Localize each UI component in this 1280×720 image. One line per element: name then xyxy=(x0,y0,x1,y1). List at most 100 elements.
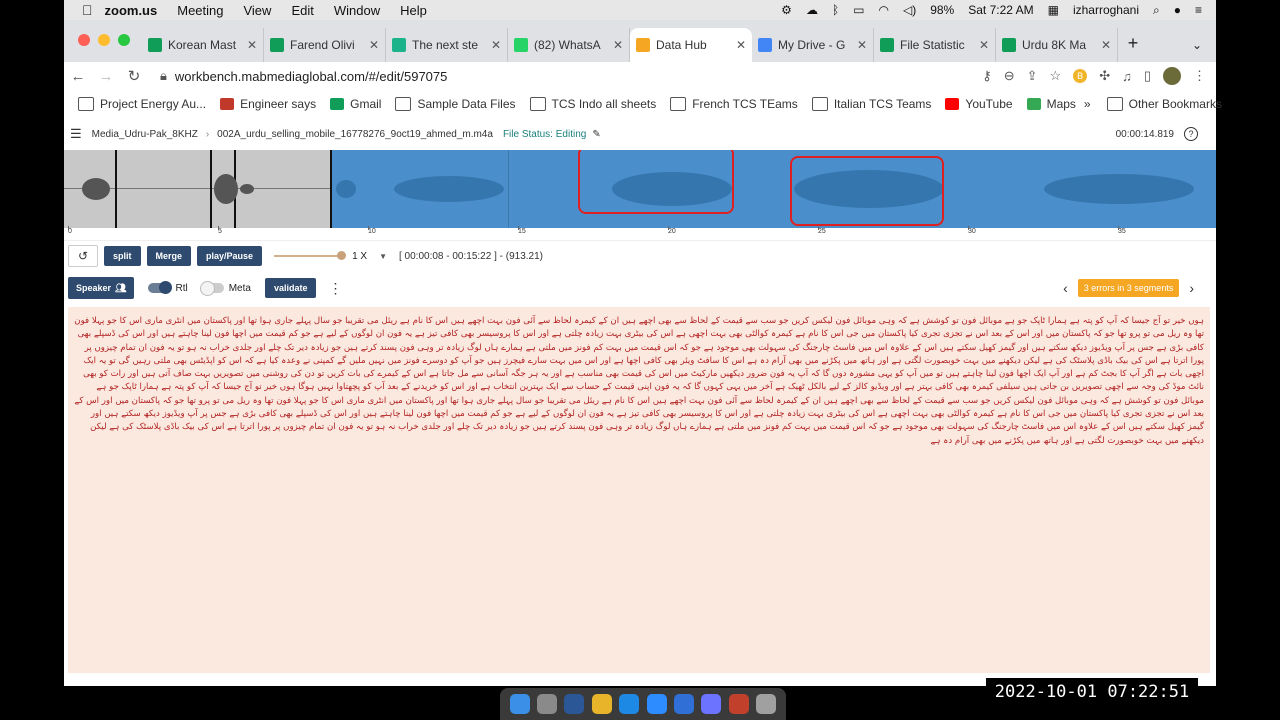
segment-marker[interactable] xyxy=(210,150,212,228)
cloud-icon[interactable]: ☁ xyxy=(806,3,818,17)
battery-icon[interactable]: ▭ xyxy=(853,3,864,17)
zoom-icon[interactable] xyxy=(646,694,667,714)
bluetooth-icon[interactable]: ᛒ xyxy=(832,3,839,17)
close-icon[interactable]: ✕ xyxy=(1101,38,1111,52)
forward-icon[interactable]: → xyxy=(92,68,120,85)
other-bookmarks[interactable]: Other Bookmarks xyxy=(1106,97,1222,111)
chrome-menu-icon[interactable]: ⋮ xyxy=(1193,68,1206,84)
bookmark-item[interactable]: Project Energy Au... xyxy=(78,97,206,111)
slider-knob[interactable] xyxy=(337,251,347,260)
bookmark-item[interactable]: Sample Data Files xyxy=(395,97,516,111)
bookmark-item[interactable]: French TCS TEams xyxy=(670,97,798,111)
new-tab-button[interactable]: + xyxy=(1118,33,1148,62)
caret-down-icon[interactable]: ▼ xyxy=(379,252,387,261)
menubar-user[interactable]: izharroghani xyxy=(1073,3,1139,17)
key-icon[interactable]: ⚷ xyxy=(982,68,992,84)
maximize-window-button[interactable] xyxy=(118,34,130,46)
browser-tab[interactable]: (82) WhatsA ✕ xyxy=(508,28,630,62)
share-icon[interactable]: ⇪ xyxy=(1027,68,1038,84)
control-center-icon[interactable]: ≡ xyxy=(1195,3,1202,17)
media-icon[interactable]: ♫ xyxy=(1122,69,1132,84)
breadcrumb-file[interactable]: 002A_urdu_selling_mobile_16778276_9oct19… xyxy=(217,129,493,140)
menu-view[interactable]: View xyxy=(243,3,271,18)
menubar-clock[interactable]: Sat 7:22 AM xyxy=(968,3,1033,17)
zoom-icon[interactable]: ⊖ xyxy=(1004,68,1015,84)
safari-icon[interactable] xyxy=(619,694,640,714)
bookmark-item[interactable]: Engineer says xyxy=(220,97,316,111)
apple-icon[interactable]:  xyxy=(82,2,93,18)
breadcrumb-project[interactable]: Media_Udru-Pak_8KHZ xyxy=(92,129,198,140)
minimize-window-button[interactable] xyxy=(98,34,110,46)
browser-tab[interactable]: Korean Mast ✕ xyxy=(142,28,264,62)
volume-icon[interactable]: ◁) xyxy=(903,3,916,17)
launchpad-icon[interactable] xyxy=(537,694,558,714)
chrome-icon[interactable] xyxy=(591,694,612,714)
browser-tab[interactable]: Farend Olivi ✕ xyxy=(264,28,386,62)
menu-help[interactable]: Help xyxy=(400,3,427,18)
edge-icon[interactable] xyxy=(674,694,695,714)
search-icon[interactable]: ⌕ xyxy=(1153,3,1160,18)
bookmark-item[interactable]: Maps xyxy=(1026,97,1076,111)
siri-icon[interactable]: ● xyxy=(1174,3,1181,17)
close-icon[interactable]: ✕ xyxy=(736,38,746,52)
browser-tab[interactable]: Data Hub ✕ xyxy=(630,28,752,62)
url-field[interactable]: 🔒︎ workbench.mabmediaglobal.com/#/edit/5… xyxy=(156,63,975,89)
close-icon[interactable]: ✕ xyxy=(369,38,379,52)
browser-tab[interactable]: File Statistic ✕ xyxy=(874,28,996,62)
trash-icon[interactable] xyxy=(756,694,777,714)
back-icon[interactable]: ← xyxy=(64,68,92,85)
rtl-toggle[interactable]: Rtl xyxy=(148,281,188,294)
close-window-button[interactable] xyxy=(78,34,90,46)
pencil-icon[interactable]: ✎ xyxy=(592,129,600,140)
segment-marker[interactable] xyxy=(115,150,117,228)
close-icon[interactable]: ✕ xyxy=(491,38,501,52)
browser-tab[interactable]: Urdu 8K Ma ✕ xyxy=(996,28,1118,62)
close-icon[interactable]: ✕ xyxy=(979,38,989,52)
merge-button[interactable]: Merge xyxy=(146,246,192,266)
close-icon[interactable]: ✕ xyxy=(613,38,623,52)
star-icon[interactable]: ☆ xyxy=(1050,68,1062,84)
word-icon[interactable] xyxy=(564,694,585,714)
close-icon[interactable]: ✕ xyxy=(247,38,257,52)
speed-select[interactable]: 1 X xyxy=(352,251,367,262)
next-error-icon[interactable]: › xyxy=(1179,280,1204,296)
transcript-editor[interactable]: ہوں خیر تو آج جیسا کہ آپ کو پتہ ہے ہمارا… xyxy=(68,307,1210,673)
flag-icon[interactable]: ▦ xyxy=(1048,3,1059,17)
lock-icon[interactable]: 🔒︎ xyxy=(160,68,167,84)
puzzle-icon[interactable]: ✣ xyxy=(1099,68,1110,84)
gear-icon[interactable]: ⚙ xyxy=(781,3,792,17)
play-pause-button[interactable]: play/Pause xyxy=(197,246,263,266)
bookmark-item[interactable]: Gmail xyxy=(330,97,381,111)
refresh-icon[interactable]: ↺ xyxy=(68,245,98,267)
error-count-badge[interactable]: 3 errors in 3 segments xyxy=(1077,279,1180,297)
menu-app[interactable]: zoom.us xyxy=(105,3,158,18)
speaker-button[interactable]: Speaker 👥︎ xyxy=(68,277,135,299)
settings-icon[interactable] xyxy=(701,694,722,714)
more-options-icon[interactable]: ⋮ xyxy=(328,280,342,297)
bookmark-item[interactable]: YouTube xyxy=(945,97,1013,111)
bookmark-item[interactable]: Italian TCS Teams xyxy=(811,97,931,111)
menu-edit[interactable]: Edit xyxy=(291,3,313,18)
reload-icon[interactable]: ↻ xyxy=(120,67,148,85)
help-icon[interactable]: ? xyxy=(1184,127,1198,141)
meta-toggle[interactable]: Meta xyxy=(199,281,251,296)
split-button[interactable]: split xyxy=(104,246,141,266)
bookmarks-more-icon[interactable]: » xyxy=(1076,97,1099,111)
prev-error-icon[interactable]: ‹ xyxy=(1053,280,1078,296)
sidepanel-icon[interactable]: ▯ xyxy=(1144,68,1151,84)
browser-tab[interactable]: My Drive - G ✕ xyxy=(752,28,874,62)
menu-window[interactable]: Window xyxy=(334,3,380,18)
menu-icon[interactable]: ☰ xyxy=(70,126,82,142)
finder-icon[interactable] xyxy=(509,694,530,714)
close-icon[interactable]: ✕ xyxy=(857,38,867,52)
volume-slider[interactable] xyxy=(274,251,347,260)
tab-search-icon[interactable]: ⌄ xyxy=(1192,38,1216,62)
powerpoint-icon[interactable] xyxy=(728,694,749,714)
avatar[interactable] xyxy=(1163,67,1181,85)
bookmark-item[interactable]: TCS Indo all sheets xyxy=(529,97,656,111)
validate-button[interactable]: validate xyxy=(264,278,317,298)
browser-tab[interactable]: The next ste ✕ xyxy=(386,28,508,62)
waveform[interactable] xyxy=(64,150,1216,228)
menu-meeting[interactable]: Meeting xyxy=(177,3,223,18)
wifi-icon[interactable]: ◠ xyxy=(878,3,888,17)
